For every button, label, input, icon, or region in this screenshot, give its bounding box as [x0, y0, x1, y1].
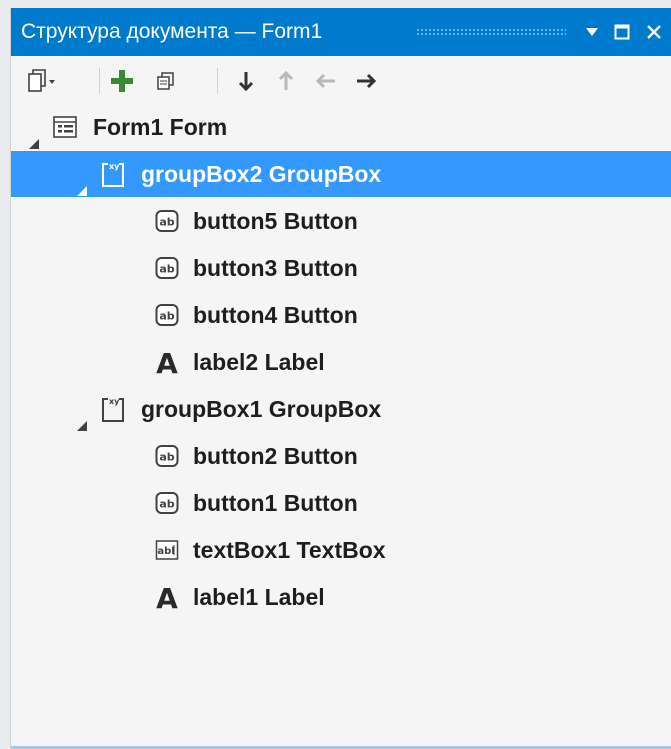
document-outline-panel: Структура документа — Form1 Form1 Form x…	[10, 8, 671, 749]
maximize-button[interactable]	[607, 16, 637, 48]
svg-text:xy: xy	[109, 162, 120, 171]
svg-text:A: A	[156, 583, 178, 611]
tree-node-label: Form1 Form	[93, 114, 228, 140]
copy-icon	[157, 72, 174, 90]
tree-node[interactable]: ab button4 Button	[11, 292, 671, 338]
tree-node[interactable]: ab button5 Button	[11, 198, 671, 244]
toolbar-separator	[99, 68, 100, 94]
square-icon	[614, 24, 630, 40]
svg-text:xy: xy	[109, 397, 120, 406]
tree-node[interactable]: Alabel1 Label	[11, 574, 671, 620]
dropdown-button[interactable]	[577, 16, 607, 48]
arrow-down-icon	[238, 72, 254, 92]
move-down-button[interactable]	[231, 66, 261, 96]
svg-text:ab: ab	[159, 498, 174, 511]
tree-node-label: groupBox2 GroupBox	[141, 161, 382, 187]
plus-icon	[111, 70, 133, 92]
move-right-button[interactable]	[351, 66, 381, 96]
toolbar-separator	[217, 68, 218, 94]
tree-node[interactable]: xy groupBox2 GroupBox	[11, 151, 671, 197]
groupbox-icon: xy	[99, 160, 127, 188]
button-icon: ab	[153, 489, 181, 517]
tree-node-label: button2 Button	[193, 443, 358, 469]
pages-dropdown-icon	[28, 69, 55, 92]
svg-text:abl: abl	[157, 546, 174, 557]
close-button[interactable]	[639, 16, 669, 48]
tree-node[interactable]: Form1 Form	[11, 104, 671, 150]
groupbox-icon: xy	[99, 395, 127, 423]
arrow-right-icon	[357, 73, 377, 89]
tree-node[interactable]: ab button3 Button	[11, 245, 671, 291]
add-button[interactable]	[107, 66, 137, 96]
toolbar	[11, 56, 671, 104]
expanded-triangle-icon[interactable]	[27, 120, 41, 149]
svg-text:ab: ab	[159, 263, 174, 276]
expanded-triangle-icon[interactable]	[75, 167, 89, 196]
textbox-icon: abl	[153, 536, 181, 564]
tree-node-label: button1 Button	[193, 490, 358, 516]
label-icon: A	[153, 348, 181, 376]
button-icon: ab	[153, 442, 181, 470]
label-icon: A	[153, 583, 181, 611]
svg-text:ab: ab	[159, 310, 174, 323]
tree-node[interactable]: ab button2 Button	[11, 433, 671, 479]
svg-text:A: A	[156, 348, 178, 376]
tree-node[interactable]: Alabel2 Label	[11, 339, 671, 385]
button-icon: ab	[153, 301, 181, 329]
drag-grip[interactable]	[416, 28, 566, 35]
button-icon: ab	[153, 254, 181, 282]
move-up-button[interactable]	[271, 66, 301, 96]
expanded-triangle-icon[interactable]	[75, 402, 89, 431]
tree-node-label: button5 Button	[193, 208, 358, 234]
tree-node-label: button4 Button	[193, 302, 358, 328]
copy-button[interactable]	[151, 66, 181, 96]
tree-node[interactable]: xy groupBox1 GroupBox	[11, 386, 671, 432]
tree-node-label: textBox1 TextBox	[193, 537, 386, 563]
tree-node-label: label2 Label	[193, 349, 325, 375]
tree-node[interactable]: abl textBox1 TextBox	[11, 527, 671, 573]
move-left-button[interactable]	[311, 66, 341, 96]
document-view-button[interactable]	[21, 66, 61, 96]
svg-text:ab: ab	[159, 216, 174, 229]
triangle-down-icon	[586, 28, 598, 36]
tree-node[interactable]: ab button1 Button	[11, 480, 671, 526]
tree-node-label: groupBox1 GroupBox	[141, 396, 382, 422]
button-icon: ab	[153, 207, 181, 235]
tree-node-label: label1 Label	[193, 584, 325, 610]
arrow-up-icon	[278, 70, 294, 90]
svg-text:ab: ab	[159, 451, 174, 464]
arrow-left-icon	[315, 73, 335, 89]
panel-title: Структура документа — Form1	[21, 20, 323, 43]
close-icon	[647, 25, 661, 39]
panel-titlebar[interactable]: Структура документа — Form1	[11, 8, 671, 56]
tree-node-label: button3 Button	[193, 255, 358, 281]
form-icon	[51, 113, 79, 141]
